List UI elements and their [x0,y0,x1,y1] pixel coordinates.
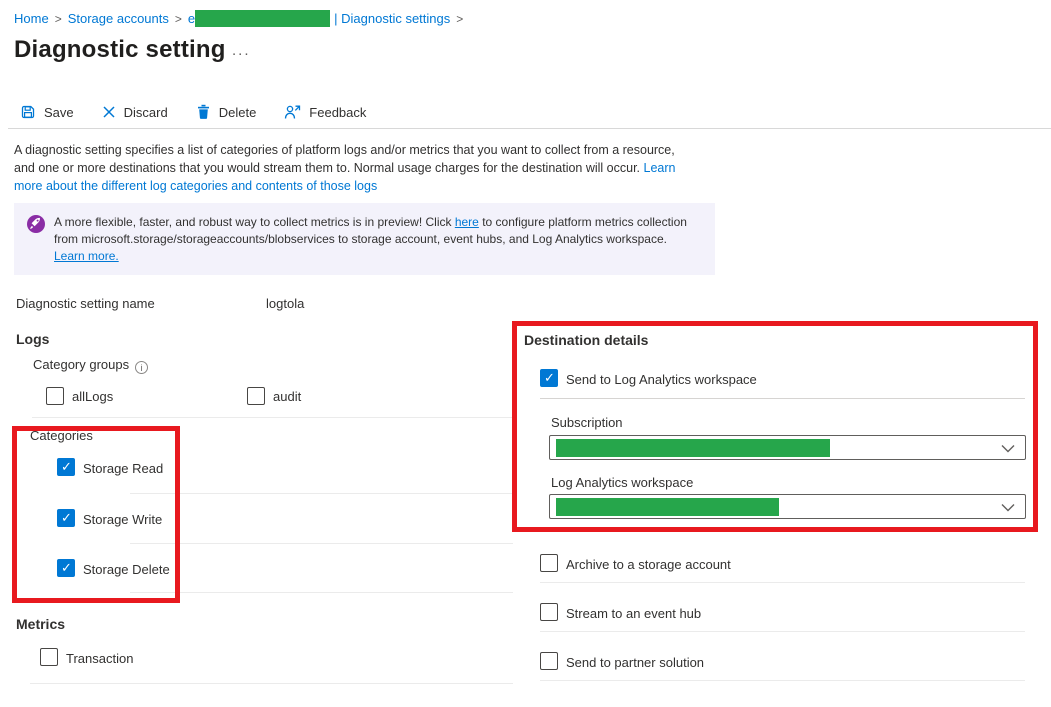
preview-info-banner: A more flexible, faster, and robust way … [14,203,715,275]
diagnostic-setting-name-value: logtola [266,296,304,311]
learn-more-categories-link[interactable]: Learn [644,161,676,175]
checkbox-storage-read-label: Storage Read [83,461,163,476]
log-analytics-workspace-label: Log Analytics workspace [551,475,693,490]
page-description: A diagnostic setting specifies a list of… [14,141,675,195]
redaction-bar-subscription [556,439,830,457]
learn-more-categories-link-line3[interactable]: more about the different log categories … [14,179,377,193]
checkbox-audit-label: audit [273,389,301,404]
subscription-label: Subscription [551,415,623,430]
diagnostic-setting-page: Home > Storage accounts > e | Diagnostic… [0,0,1051,707]
banner-text-1: A more flexible, faster, and robust way … [54,215,455,229]
diagnostic-setting-name-label: Diagnostic setting name [16,296,155,311]
breadcrumb-home[interactable]: Home [14,11,49,26]
divider [540,680,1025,681]
divider [30,683,513,684]
checkbox-alllogs[interactable] [46,387,64,405]
save-button[interactable]: Save [20,104,74,120]
divider [130,493,513,494]
discard-label: Discard [124,105,168,120]
checkbox-storage-delete-label: Storage Delete [83,562,170,577]
banner-text-3: from microsoft.storage/storageaccounts/b… [54,232,667,246]
breadcrumb-separator: > [169,12,188,26]
save-icon [20,104,36,120]
divider [130,543,513,544]
breadcrumb-separator: > [450,12,469,26]
metrics-heading: Metrics [16,616,65,632]
checkbox-storage-write-label: Storage Write [83,512,162,527]
info-icon[interactable]: i [135,361,148,374]
logs-heading: Logs [16,331,49,347]
checkbox-storage-write[interactable] [57,509,75,527]
checkbox-alllogs-label: allLogs [72,389,113,404]
banner-here-link[interactable]: here [455,215,479,229]
trash-icon [196,104,211,120]
checkbox-stream-event-hub-label: Stream to an event hub [566,606,701,621]
feedback-person-icon [284,104,301,120]
checkbox-storage-delete[interactable] [57,559,75,577]
categories-label: Categories [30,428,93,443]
redaction-bar-account-name [195,10,330,27]
checkbox-send-to-log-analytics[interactable] [540,369,558,387]
checkbox-storage-read[interactable] [57,458,75,476]
page-title: Diagnostic setting [14,36,226,64]
delete-label: Delete [219,105,257,120]
divider [130,592,513,593]
feedback-button[interactable]: Feedback [284,104,366,120]
checkbox-archive-storage-label: Archive to a storage account [566,557,731,572]
category-groups-text: Category groups [33,357,129,372]
breadcrumb-storage-accounts[interactable]: Storage accounts [68,11,169,26]
breadcrumb-diagnostic-settings[interactable]: | Diagnostic settings [334,11,450,26]
checkbox-transaction-label: Transaction [66,651,133,666]
checkbox-audit[interactable] [247,387,265,405]
breadcrumb: Home > Storage accounts > e | Diagnostic… [14,10,469,27]
chevron-down-icon [1001,444,1015,453]
checkbox-archive-storage[interactable] [540,554,558,572]
feedback-label: Feedback [309,105,366,120]
discard-x-icon [102,105,116,119]
banner-learn-more-link[interactable]: Learn more. [54,249,119,263]
divider [540,631,1025,632]
subscription-dropdown[interactable] [549,435,1026,460]
delete-button[interactable]: Delete [196,104,257,120]
divider [32,417,513,418]
preview-rocket-icon [27,215,45,233]
redaction-bar-workspace [556,498,779,516]
title-overflow-menu[interactable]: ... [232,42,251,59]
breadcrumb-separator: > [49,12,68,26]
divider [540,398,1025,399]
checkbox-send-to-log-analytics-label: Send to Log Analytics workspace [566,372,757,387]
chevron-down-icon [1001,503,1015,512]
checkbox-stream-event-hub[interactable] [540,603,558,621]
divider [8,128,1051,129]
description-line1: A diagnostic setting specifies a list of… [14,143,675,157]
category-groups-label: Category groups i [33,357,148,374]
destination-details-heading: Destination details [524,332,648,348]
checkbox-send-partner-solution-label: Send to partner solution [566,655,704,670]
checkbox-send-partner-solution[interactable] [540,652,558,670]
save-label: Save [44,105,74,120]
log-analytics-workspace-dropdown[interactable] [549,494,1026,519]
banner-text-2: to configure platform metrics collection [479,215,687,229]
discard-button[interactable]: Discard [102,105,168,120]
checkbox-transaction[interactable] [40,648,58,666]
description-line2: and one or more destinations that you wo… [14,161,644,175]
command-bar: Save Discard Delete Feedback [20,100,366,124]
divider [540,582,1025,583]
breadcrumb-account-prefix[interactable]: e [188,11,195,26]
